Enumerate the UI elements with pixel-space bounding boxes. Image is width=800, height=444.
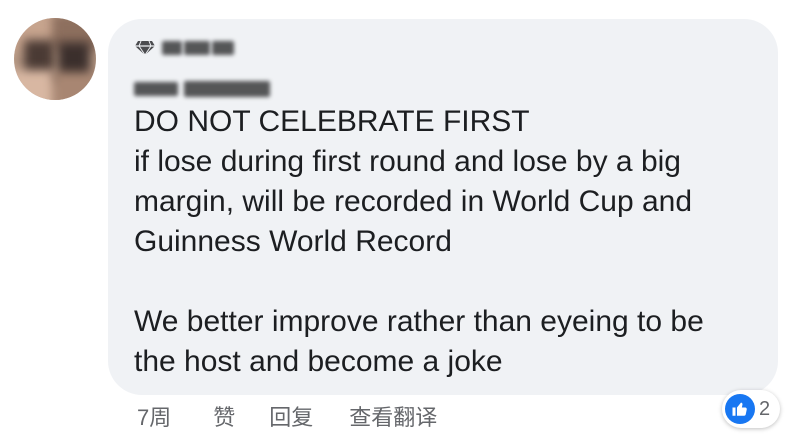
timestamp-link[interactable]: 7周	[137, 400, 171, 432]
avatar[interactable]	[14, 18, 96, 100]
comment-line: margin, will be recorded in World Cup an…	[134, 185, 693, 218]
comment-line: if lose during first round and lose by a…	[134, 145, 681, 178]
diamond-icon	[135, 40, 155, 56]
thumbs-up-icon	[732, 402, 747, 416]
comment-line: the host and become a joke	[134, 345, 503, 378]
name-part	[184, 81, 270, 97]
comment-line: Guinness World Record	[134, 225, 452, 258]
like-icon	[725, 394, 755, 424]
reply-button[interactable]: 回复	[269, 400, 313, 432]
badge-label	[162, 41, 182, 55]
top-fan-badge	[134, 37, 234, 59]
like-button[interactable]: 赞	[213, 400, 235, 432]
commenter-name[interactable]	[134, 78, 270, 100]
badge-label-part	[184, 41, 210, 55]
reaction-summary[interactable]: 2	[722, 390, 781, 428]
see-translation-link[interactable]: 查看翻译	[349, 400, 437, 432]
reaction-count: 2	[759, 397, 771, 420]
comment-text: DO NOT CELEBRATE FIRST if lose during fi…	[134, 102, 764, 382]
comment-line: We better improve rather than eyeing to …	[134, 305, 704, 338]
comment-actions: 7周 赞 回复 查看翻译	[137, 401, 437, 431]
name-part	[134, 82, 178, 96]
badge-label-part	[212, 41, 234, 55]
comment-line: DO NOT CELEBRATE FIRST	[134, 105, 530, 138]
